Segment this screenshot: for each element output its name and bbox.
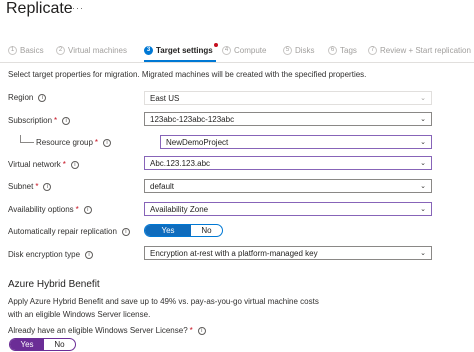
required-marker: * (189, 326, 193, 335)
chevron-down-icon: ⌄ (420, 139, 426, 146)
info-icon[interactable]: i (85, 250, 94, 259)
info-icon[interactable]: i (83, 205, 92, 214)
virtual-network-dropdown[interactable]: Abc.123.123.abc ⌄ (144, 156, 432, 170)
info-icon[interactable]: i (197, 326, 206, 335)
subscription-label-text: Subscription (8, 116, 53, 125)
subnet-label-text: Subnet (8, 182, 34, 191)
yes-option[interactable]: Yes (145, 225, 191, 236)
availability-options-dropdown[interactable]: Availability Zone ⌄ (144, 202, 432, 216)
info-icon[interactable]: i (70, 160, 79, 169)
subscription-label: Subscription * i (8, 116, 71, 125)
hybrid-benefit-description: Apply Azure Hybrid Benefit and save up t… (8, 297, 319, 319)
tab-virtual-machines[interactable]: 2 Virtual machines (56, 46, 127, 55)
chevron-down-icon: ⌄ (420, 160, 426, 167)
disk-encryption-value: Encryption at-rest with a platform-manag… (150, 248, 318, 258)
no-option[interactable]: No (191, 225, 222, 236)
info-icon[interactable]: i (121, 227, 130, 236)
info-icon[interactable]: i (43, 182, 52, 191)
wizard-steps: 1 Basics 2 Virtual machines 3 Target set… (8, 43, 474, 60)
resource-group-label: Resource group * i (36, 138, 112, 147)
step-label: Compute (234, 46, 267, 55)
virtual-network-value: Abc.123.123.abc (150, 158, 211, 168)
region-label-text: Region (8, 93, 34, 102)
step-number: 4 (222, 46, 231, 55)
availability-options-label-text: Availability options (8, 205, 74, 214)
region-dropdown: East US ⌄ (144, 91, 432, 105)
info-icon[interactable]: i (62, 116, 71, 125)
auto-repair-label: Automatically repair replication i (8, 227, 130, 236)
info-icon[interactable]: i (38, 93, 47, 102)
step-number: 6 (328, 46, 337, 55)
resource-group-label-text: Resource group (36, 138, 93, 147)
subnet-dropdown[interactable]: default ⌄ (144, 179, 432, 193)
step-label: Target settings (156, 46, 213, 55)
disk-encryption-label-text: Disk encryption type (8, 250, 81, 259)
subnet-value: default (150, 181, 175, 191)
resource-group-dropdown[interactable]: NewDemoProject ⌄ (160, 135, 432, 149)
virtual-network-label-text: Virtual network (8, 160, 61, 169)
step-label: Basics (20, 46, 44, 55)
page-description: Select target properties for migration. … (8, 70, 367, 79)
step-label: Tags (340, 46, 357, 55)
disk-encryption-dropdown[interactable]: Encryption at-rest with a platform-manag… (144, 246, 432, 260)
tabs-divider (0, 62, 474, 63)
step-label: Disks (295, 46, 315, 55)
step-label: Review + Start replication (380, 46, 471, 55)
required-marker: * (35, 182, 39, 191)
chevron-down-icon: ⌄ (420, 183, 426, 190)
step-label: Virtual machines (68, 46, 127, 55)
required-marker: * (75, 205, 79, 214)
hybrid-benefit-heading: Azure Hybrid Benefit (8, 279, 100, 290)
chevron-down-icon: ⌄ (420, 95, 426, 102)
chevron-down-icon: ⌄ (420, 206, 426, 213)
resource-group-value: NewDemoProject (166, 137, 229, 147)
auto-repair-toggle[interactable]: Yes No (144, 224, 223, 237)
yes-option[interactable]: Yes (10, 339, 44, 350)
chevron-down-icon: ⌄ (420, 250, 426, 257)
required-marker: * (62, 160, 66, 169)
auto-repair-label-text: Automatically repair replication (8, 227, 117, 236)
subscription-value: 123abc-123abc-123abc (150, 114, 235, 124)
tab-compute[interactable]: 4 Compute (222, 46, 266, 55)
windows-license-label-text: Already have an eligible Windows Server … (8, 326, 188, 335)
tab-basics[interactable]: 1 Basics (8, 46, 44, 55)
step-number: 5 (283, 46, 292, 55)
subscription-dropdown[interactable]: 123abc-123abc-123abc ⌄ (144, 112, 432, 126)
step-number: 2 (56, 46, 65, 55)
step-number: 1 (8, 46, 17, 55)
more-options-icon[interactable]: ··· (72, 3, 84, 13)
info-icon[interactable]: i (103, 138, 112, 147)
page-title: Replicate (6, 0, 73, 17)
windows-license-toggle[interactable]: Yes No (9, 338, 76, 351)
required-marker: * (54, 116, 58, 125)
virtual-network-label: Virtual network * i (8, 160, 79, 169)
no-option[interactable]: No (44, 339, 75, 350)
step-number: 3 (144, 46, 153, 55)
tab-review-start-replication[interactable]: 7 Review + Start replication (368, 46, 471, 55)
step-number: 7 (368, 46, 377, 55)
region-value: East US (150, 93, 180, 103)
tab-disks[interactable]: 5 Disks (283, 46, 315, 55)
region-label: Region i (8, 93, 47, 102)
tree-connector (20, 135, 34, 143)
tab-target-settings[interactable]: 3 Target settings (144, 43, 218, 55)
availability-options-value: Availability Zone (150, 204, 209, 214)
subnet-label: Subnet * i (8, 182, 52, 191)
chevron-down-icon: ⌄ (420, 116, 426, 123)
availability-options-label: Availability options * i (8, 205, 92, 214)
required-marker: * (94, 138, 99, 147)
disk-encryption-label: Disk encryption type i (8, 250, 94, 259)
windows-license-label: Already have an eligible Windows Server … (8, 326, 206, 335)
error-indicator (213, 43, 218, 47)
tab-tags[interactable]: 6 Tags (328, 46, 357, 55)
